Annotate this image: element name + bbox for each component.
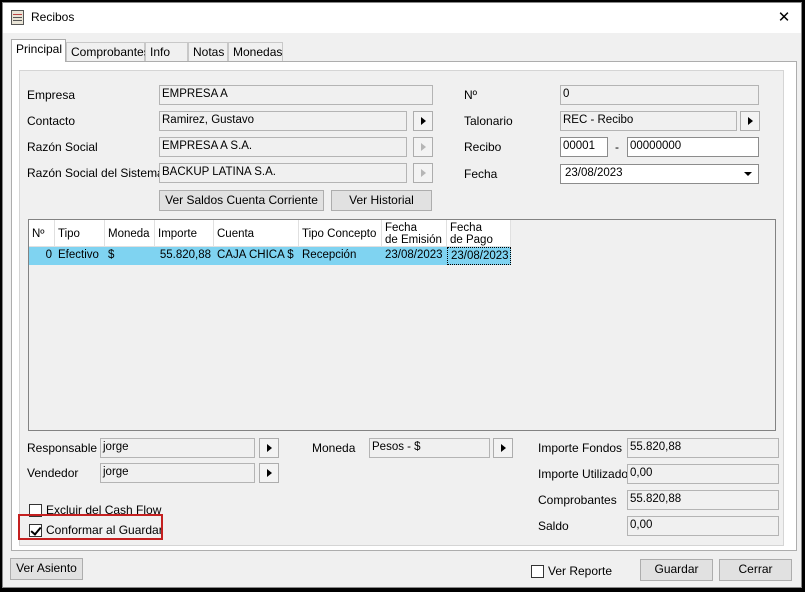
fecha-label: Fecha <box>464 167 498 181</box>
cell-moneda: $ <box>108 249 115 261</box>
razon-social-label: Razón Social <box>27 140 98 154</box>
contacto-label: Contacto <box>27 114 76 128</box>
tab-comprobantes[interactable]: Comprobantes <box>66 42 150 61</box>
col-header-moneda[interactable]: Moneda <box>105 220 155 247</box>
moneda-arrow-button[interactable] <box>493 438 513 458</box>
recibo-numero-input[interactable]: 00000000 <box>627 137 759 157</box>
contacto-arrow-button[interactable] <box>413 111 433 131</box>
responsable-field: jorge <box>100 438 255 458</box>
col-header-tipo[interactable]: Tipo <box>55 220 105 247</box>
empresa-field: EMPRESA A <box>159 85 433 105</box>
window-title: Recibos <box>31 10 75 24</box>
moneda-label: Moneda <box>312 441 356 455</box>
ver-asiento-button[interactable]: Ver Asiento <box>10 558 83 580</box>
talonario-field: REC - Recibo <box>560 111 737 131</box>
fecha-picker[interactable]: 23/08/2023 <box>560 164 759 184</box>
recibo-label: Recibo <box>464 140 502 154</box>
fondos-grid[interactable]: Nº Tipo Moneda Importe Cuenta Tipo Conce… <box>28 219 776 431</box>
cell-importe: 55.820,88 <box>159 249 211 261</box>
chevron-down-icon <box>744 172 752 176</box>
ver-saldos-button[interactable]: Ver Saldos Cuenta Corriente <box>159 190 324 211</box>
saldo-field: 0,00 <box>627 516 779 536</box>
cell-fecha-emision: 23/08/2023 <box>385 249 443 261</box>
ver-reporte-label[interactable]: Ver Reporte <box>548 564 612 578</box>
responsable-arrow-button[interactable] <box>259 438 279 458</box>
cerrar-button[interactable]: Cerrar <box>719 559 792 581</box>
col-header-tipo-concepto[interactable]: Tipo Concepto <box>299 220 382 247</box>
saldo-label: Saldo <box>538 519 569 533</box>
importe-utilizado-label: Importe Utilizado <box>538 467 629 481</box>
importe-utilizado-field: 0,00 <box>627 464 779 484</box>
empresa-label: Empresa <box>27 88 76 102</box>
cell-fecha-pago: 23/08/2023 <box>447 247 511 265</box>
col-header-cuenta[interactable]: Cuenta <box>214 220 299 247</box>
vendedor-arrow-button[interactable] <box>259 463 279 483</box>
col-header-importe[interactable]: Importe <box>155 220 214 247</box>
recibo-punto-input[interactable]: 00001 <box>560 137 608 157</box>
numero-label: Nº <box>464 88 478 102</box>
tab-principal[interactable]: Principal <box>11 39 66 62</box>
comprobantes-field: 55.820,88 <box>627 490 779 510</box>
razon-social-sistema-arrow-button <box>413 163 433 183</box>
col-header-numero[interactable]: Nº <box>29 220 55 247</box>
title-bar: Recibos ✕ <box>3 3 801 33</box>
talonario-arrow-button[interactable] <box>740 111 760 131</box>
principal-panel: Empresa EMPRESA A Contacto Ramirez, Gust… <box>11 61 797 551</box>
razon-social-sistema-label: Razón Social del Sistema <box>27 166 164 180</box>
col-header-fecha-emision[interactable]: Fecha de Emisión <box>382 220 447 247</box>
cell-cuenta: CAJA CHICA $ <box>217 249 294 261</box>
cell-numero: 0 <box>45 249 52 261</box>
tab-monedas[interactable]: Monedas <box>228 42 283 61</box>
highlight-annotation <box>18 514 163 540</box>
guardar-button[interactable]: Guardar <box>640 559 713 581</box>
table-row[interactable]: 0 Efectivo $ 55.820,88 CAJA CHICA $ Rece… <box>29 247 511 265</box>
contacto-field: Ramirez, Gustavo <box>159 111 407 131</box>
tab-info[interactable]: Info <box>145 42 188 61</box>
ver-reporte-checkbox[interactable] <box>531 565 544 578</box>
vendedor-label: Vendedor <box>27 466 79 480</box>
moneda-field: Pesos - $ <box>369 438 490 458</box>
receipt-app-icon <box>11 10 24 25</box>
tab-notas[interactable]: Notas <box>188 42 228 61</box>
importe-fondos-field: 55.820,88 <box>627 438 779 458</box>
razon-social-field: EMPRESA A S.A. <box>159 137 407 157</box>
talonario-label: Talonario <box>464 114 513 128</box>
razon-social-arrow-button <box>413 137 433 157</box>
recibos-window: Recibos ✕ Principal Comprobantes Info No… <box>2 2 802 588</box>
vendedor-field: jorge <box>100 463 255 483</box>
fecha-value: 23/08/2023 <box>565 167 623 179</box>
importe-fondos-label: Importe Fondos <box>538 441 623 455</box>
numero-field: 0 <box>560 85 759 105</box>
ver-historial-button[interactable]: Ver Historial <box>331 190 432 211</box>
comprobantes-label: Comprobantes <box>538 493 617 507</box>
close-button[interactable]: ✕ <box>773 7 795 29</box>
responsable-label: Responsable <box>27 441 98 455</box>
recibo-separator: - <box>615 140 619 154</box>
cell-tipo-concepto: Recepción <box>302 249 357 261</box>
razon-social-sistema-field: BACKUP LATINA S.A. <box>159 163 407 183</box>
col-header-fecha-pago[interactable]: Fecha de Pago <box>447 220 511 247</box>
cell-tipo: Efectivo <box>58 249 99 261</box>
principal-content: Empresa EMPRESA A Contacto Ramirez, Gust… <box>19 70 784 546</box>
